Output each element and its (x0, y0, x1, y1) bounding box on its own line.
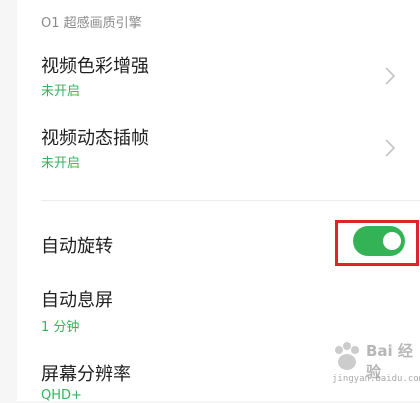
row-title: 自动旋转 (41, 236, 113, 257)
row-status: 1 分钟 (41, 320, 80, 335)
divider (41, 200, 420, 201)
row-status: 未开启 (41, 84, 81, 99)
chevron-right-icon (385, 67, 396, 85)
watermark: Bai 经验 jingyan.baidu.com (330, 340, 420, 401)
row-title: 视频动态插帧 (41, 128, 149, 149)
row-title: 视频色彩增强 (41, 56, 149, 77)
video-frame-interp-item[interactable]: 视频动态插帧 未开启 (17, 114, 420, 184)
section-header: O1 超感画质引擎 (41, 16, 142, 31)
row-title: 屏幕分辨率 (41, 364, 131, 385)
row-title: 自动息屏 (41, 290, 113, 311)
chevron-right-icon (385, 139, 396, 157)
screen-timeout-item[interactable]: 自动息屏 1 分钟 (17, 278, 420, 338)
row-status: 未开启 (41, 156, 81, 171)
watermark-url: jingyan.baidu.com (332, 374, 420, 384)
paw-logo-icon (335, 342, 359, 370)
video-color-enhance-item[interactable]: 视频色彩增强 未开启 (17, 42, 420, 112)
annotation-highlight-box (335, 220, 419, 266)
